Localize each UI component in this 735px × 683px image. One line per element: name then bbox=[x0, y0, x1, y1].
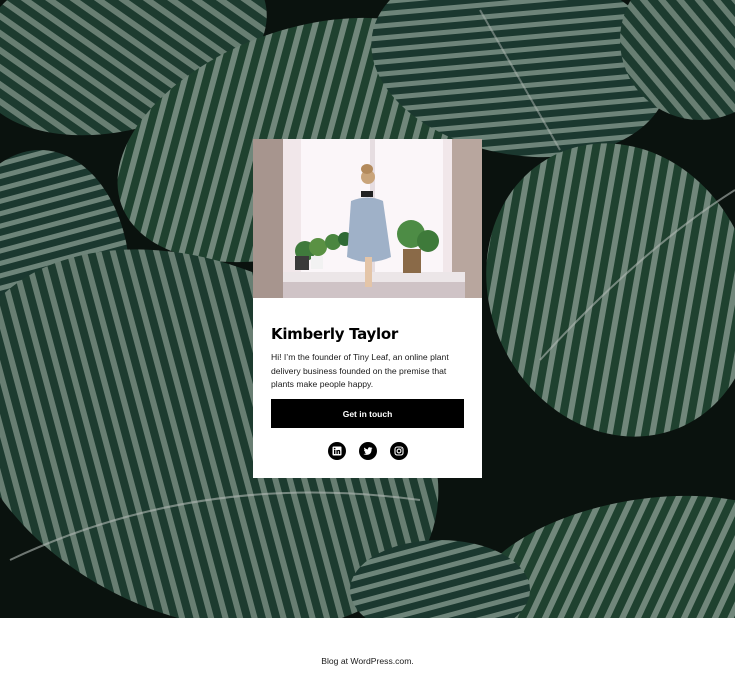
wordpress-credit-link[interactable]: Blog at WordPress.com. bbox=[321, 656, 414, 666]
linkedin-icon bbox=[332, 446, 341, 456]
profile-photo-image bbox=[253, 139, 482, 298]
profile-bio: Hi! I’m the founder of Tiny Leaf, an onl… bbox=[271, 352, 449, 389]
twitter-link[interactable] bbox=[358, 442, 377, 460]
profile-card: Kimberly Taylor Hi! I’m the founder of T… bbox=[253, 139, 482, 478]
get-in-touch-button[interactable]: Get in touch bbox=[271, 399, 464, 428]
profile-name: Kimberly Taylor bbox=[271, 325, 398, 343]
instagram-icon bbox=[393, 446, 404, 456]
profile-photo bbox=[253, 139, 482, 298]
linkedin-link[interactable] bbox=[327, 442, 346, 460]
social-links bbox=[253, 442, 482, 460]
instagram-link[interactable] bbox=[389, 442, 408, 460]
twitter-icon bbox=[362, 447, 372, 455]
site-footer: Blog at WordPress.com. bbox=[0, 656, 735, 666]
